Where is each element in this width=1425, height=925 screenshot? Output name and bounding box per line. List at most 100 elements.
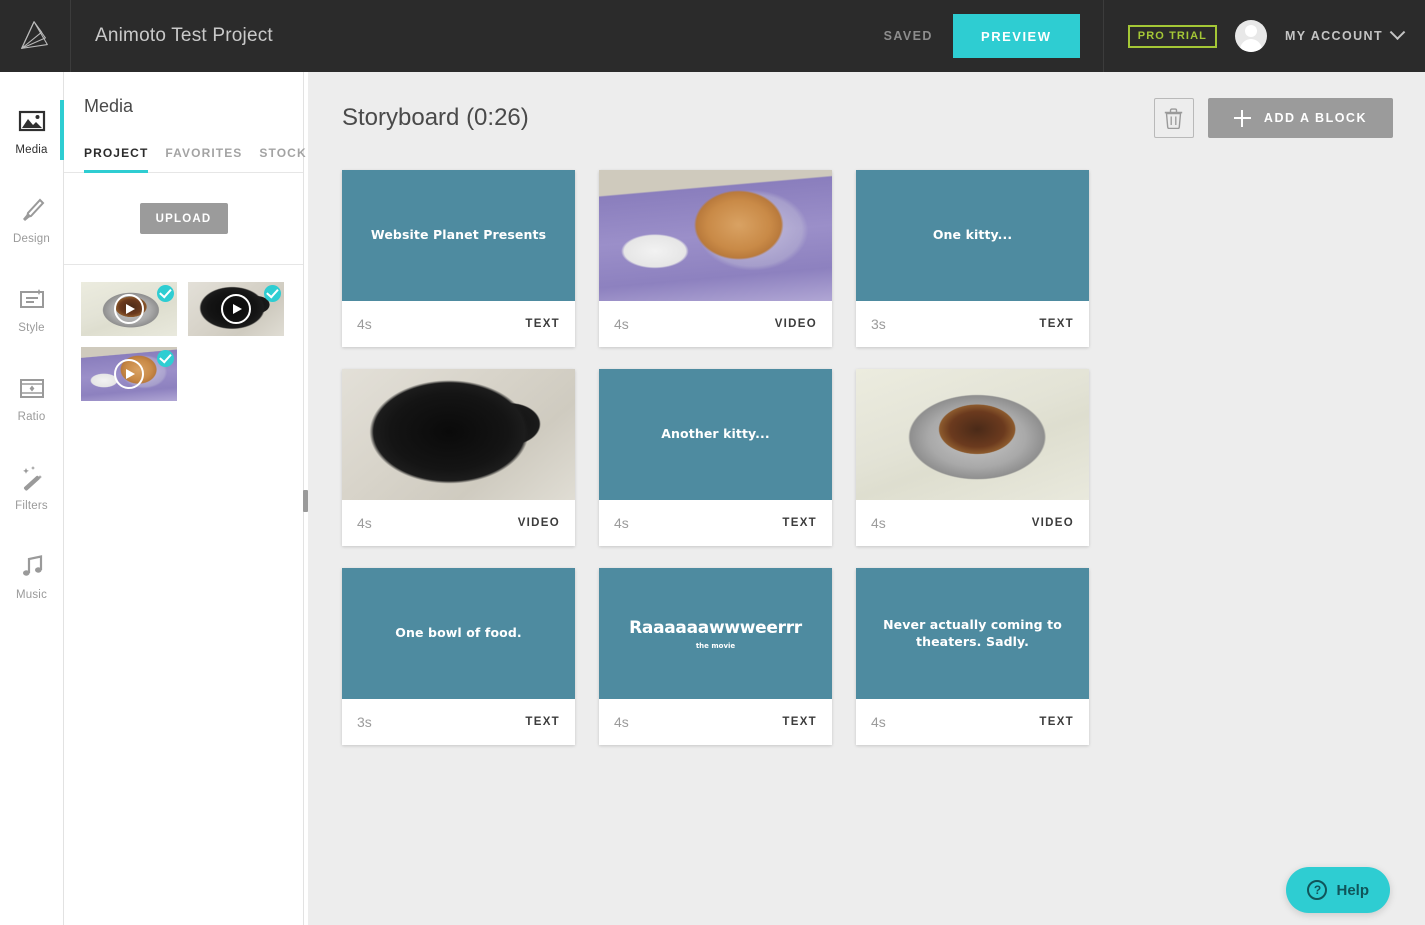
card-duration: 4s bbox=[357, 515, 372, 531]
card-duration: 4s bbox=[614, 515, 629, 531]
card-title: Website Planet Presents bbox=[370, 227, 547, 243]
my-account-menu[interactable]: MY ACCOUNT bbox=[1284, 23, 1406, 43]
tool-rail: Media Design Style Ratio Filters Music bbox=[0, 72, 64, 925]
media-thumb-black-cat[interactable] bbox=[188, 282, 284, 336]
card-type: TEXT bbox=[1039, 318, 1074, 330]
my-account-label: MY ACCOUNT bbox=[1284, 29, 1383, 43]
image-icon bbox=[18, 110, 45, 131]
rail-label-design: Design bbox=[13, 232, 50, 245]
media-panel-tabs: PROJECT FAVORITES STOCK bbox=[64, 117, 306, 173]
card-visual-text: Website Planet Presents bbox=[342, 170, 575, 301]
card-type: TEXT bbox=[782, 517, 817, 529]
rail-item-media[interactable]: Media bbox=[0, 86, 64, 175]
pro-trial-badge[interactable]: PRO TRIAL bbox=[1127, 24, 1217, 48]
magic-wand-icon bbox=[22, 465, 42, 491]
help-label: Help bbox=[1336, 881, 1369, 899]
rail-item-music[interactable]: Music bbox=[0, 531, 63, 620]
rail-label-filters: Filters bbox=[15, 499, 48, 512]
selected-check-icon bbox=[157, 285, 174, 302]
media-thumbnail-grid bbox=[64, 265, 303, 401]
rail-item-style[interactable]: Style bbox=[0, 264, 63, 353]
storyboard-card-list: Website Planet Presents 4s TEXT 4s VIDEO… bbox=[308, 138, 1308, 745]
chevron-down-icon bbox=[1389, 23, 1406, 40]
storyboard-card[interactable]: 4s VIDEO bbox=[599, 170, 832, 347]
rail-label-media: Media bbox=[15, 143, 48, 156]
card-duration: 4s bbox=[614, 316, 629, 332]
project-title[interactable]: Animoto Test Project bbox=[95, 25, 273, 47]
card-visual-text: One kitty... bbox=[856, 170, 1089, 301]
card-visual-text: One bowl of food. bbox=[342, 568, 575, 699]
tab-favorites[interactable]: FAVORITES bbox=[165, 146, 242, 172]
paintbrush-icon bbox=[22, 198, 44, 221]
card-type: TEXT bbox=[1039, 716, 1074, 728]
plus-icon bbox=[1233, 109, 1251, 127]
rail-label-music: Music bbox=[15, 588, 48, 601]
card-duration: 4s bbox=[357, 316, 372, 332]
rail-item-ratio[interactable]: Ratio bbox=[0, 353, 63, 442]
card-type: VIDEO bbox=[1031, 517, 1074, 529]
card-footer: 4s TEXT bbox=[599, 699, 832, 745]
top-bar: Animoto Test Project SAVED PREVIEW PRO T… bbox=[0, 0, 1425, 72]
card-visual-video bbox=[599, 170, 832, 301]
text-style-icon bbox=[19, 288, 44, 308]
card-type: VIDEO bbox=[517, 517, 560, 529]
storyboard-card[interactable]: 4s VIDEO bbox=[856, 369, 1089, 546]
card-footer: 3s TEXT bbox=[856, 301, 1089, 347]
app-logo[interactable] bbox=[0, 0, 71, 72]
card-title: Raaaaaawwweerrr bbox=[629, 617, 802, 638]
card-visual-video bbox=[856, 369, 1089, 500]
help-button[interactable]: ? Help bbox=[1286, 867, 1390, 913]
card-visual-text: Never actually coming to theaters. Sadly… bbox=[856, 568, 1089, 699]
rail-item-filters[interactable]: Filters bbox=[0, 442, 63, 531]
card-visual-text: Raaaaaawwweerrr the movie bbox=[599, 568, 832, 699]
tab-project[interactable]: PROJECT bbox=[84, 146, 149, 173]
card-type: TEXT bbox=[782, 716, 817, 728]
preview-button[interactable]: PREVIEW bbox=[952, 14, 1080, 58]
storyboard-title: Storyboard (0:26) bbox=[342, 104, 529, 131]
media-panel: Media PROJECT FAVORITES STOCK UPLOAD bbox=[64, 72, 306, 925]
card-title: One kitty... bbox=[932, 227, 1013, 243]
top-bar-right: SAVED PREVIEW PRO TRIAL MY ACCOUNT bbox=[884, 0, 1425, 72]
card-visual-video bbox=[342, 369, 575, 500]
media-thumb-cone-cat[interactable] bbox=[81, 347, 177, 401]
storyboard-card[interactable]: Another kitty... 4s TEXT bbox=[599, 369, 832, 546]
storyboard-card[interactable]: Website Planet Presents 4s TEXT bbox=[342, 170, 575, 347]
card-duration: 3s bbox=[357, 714, 372, 730]
card-type: TEXT bbox=[525, 318, 560, 330]
upload-button[interactable]: UPLOAD bbox=[139, 203, 228, 234]
rail-item-design[interactable]: Design bbox=[0, 175, 63, 264]
rail-label-style: Style bbox=[18, 321, 45, 334]
card-footer: 4s VIDEO bbox=[599, 301, 832, 347]
storyboard-card[interactable]: 4s VIDEO bbox=[342, 369, 575, 546]
media-panel-title: Media bbox=[84, 96, 134, 116]
play-icon bbox=[114, 359, 144, 389]
rail-label-ratio: Ratio bbox=[17, 410, 46, 423]
card-footer: 4s TEXT bbox=[342, 301, 575, 347]
add-a-block-button[interactable]: ADD A BLOCK bbox=[1207, 98, 1393, 138]
storyboard-actions: ADD A BLOCK bbox=[1153, 98, 1393, 138]
delete-button[interactable] bbox=[1153, 98, 1194, 138]
storyboard-header: Storyboard (0:26) ADD A BLOCK bbox=[308, 72, 1425, 138]
card-footer: 3s TEXT bbox=[342, 699, 575, 745]
storyboard-card[interactable]: One bowl of food. 3s TEXT bbox=[342, 568, 575, 745]
play-icon bbox=[221, 294, 251, 324]
storyboard-card[interactable]: One kitty... 3s TEXT bbox=[856, 170, 1089, 347]
storyboard-card[interactable]: Never actually coming to theaters. Sadly… bbox=[856, 568, 1089, 745]
animoto-logo-icon bbox=[21, 21, 48, 49]
card-duration: 3s bbox=[871, 316, 886, 332]
card-duration: 4s bbox=[871, 515, 886, 531]
add-a-block-label: ADD A BLOCK bbox=[1263, 111, 1367, 125]
card-duration: 4s bbox=[871, 714, 886, 730]
aspect-ratio-icon bbox=[19, 378, 44, 398]
card-title: Never actually coming to theaters. Sadly… bbox=[883, 616, 1062, 649]
card-visual-text: Another kitty... bbox=[599, 369, 832, 500]
media-thumb-food-bowl[interactable] bbox=[81, 282, 177, 336]
storyboard-card[interactable]: Raaaaaawwweerrr the movie 4s TEXT bbox=[599, 568, 832, 745]
avatar[interactable] bbox=[1234, 20, 1267, 52]
panel-resize-handle[interactable] bbox=[303, 490, 308, 512]
tab-stock[interactable]: STOCK bbox=[259, 146, 306, 172]
card-duration: 4s bbox=[614, 714, 629, 730]
play-icon bbox=[114, 294, 144, 324]
question-mark-icon: ? bbox=[1307, 880, 1328, 900]
card-title: One bowl of food. bbox=[395, 625, 522, 641]
